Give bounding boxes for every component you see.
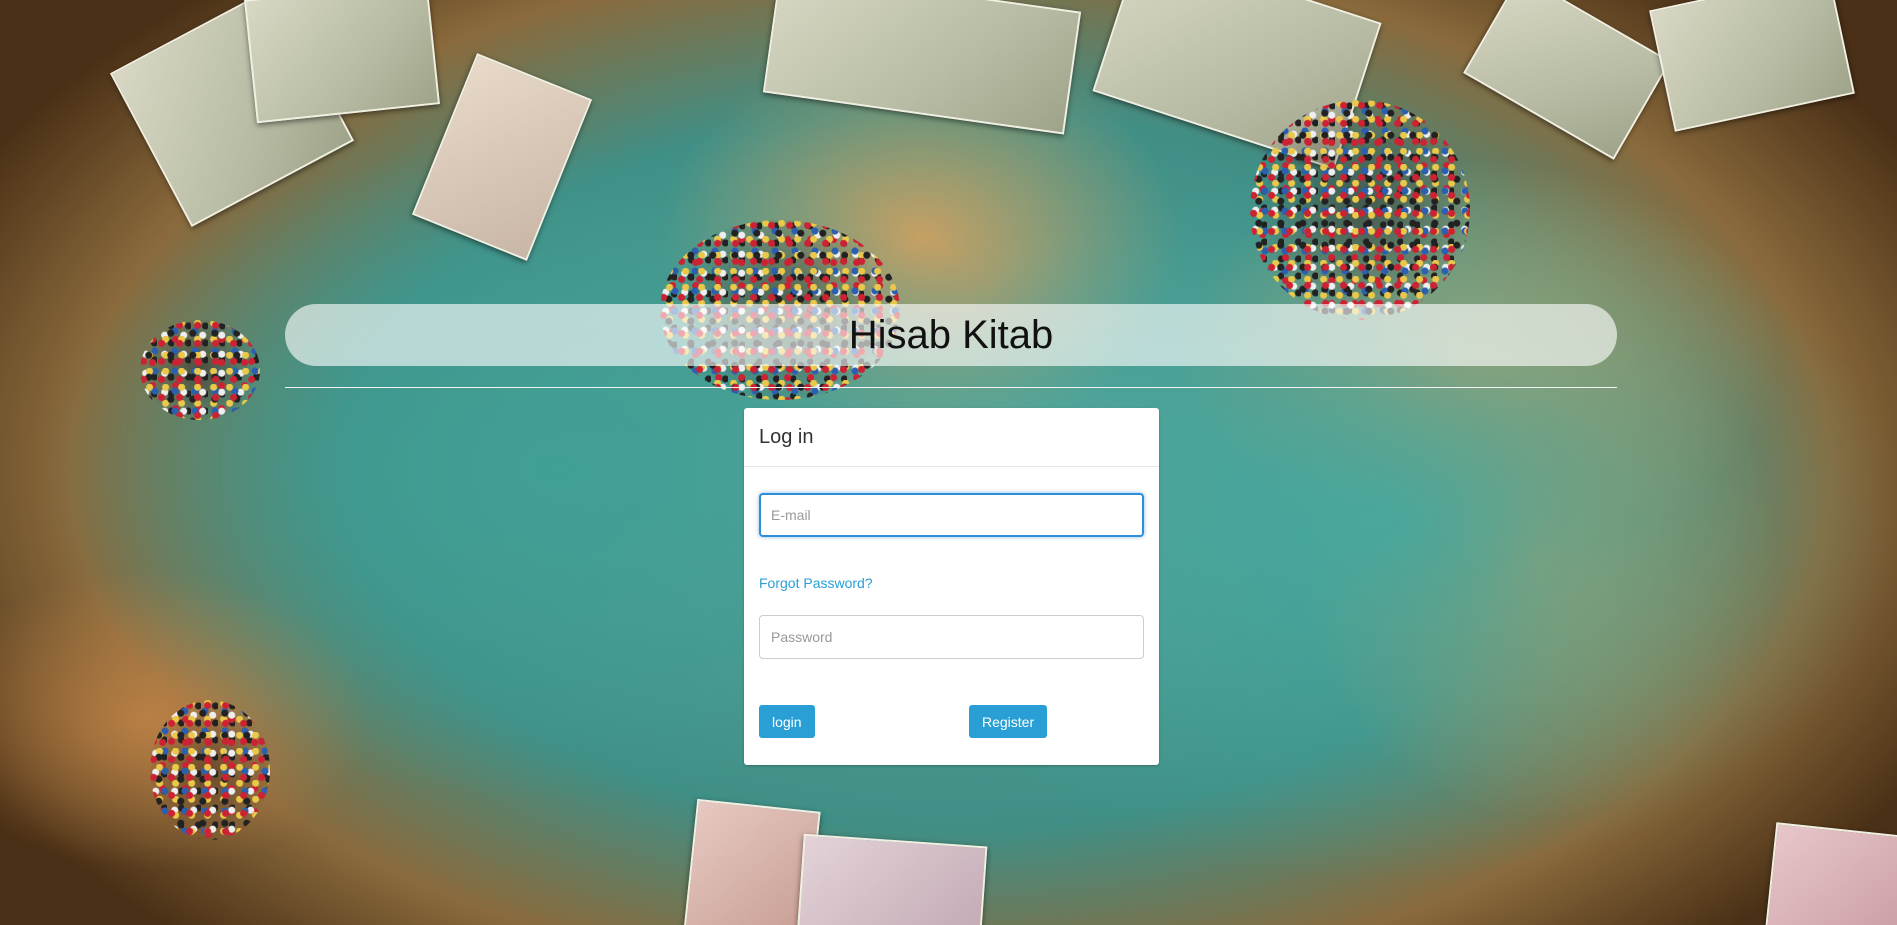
login-panel: Log in Forgot Password? login Register <box>744 408 1159 765</box>
banknote-decoration <box>762 0 1082 135</box>
login-panel-heading: Log in <box>744 408 1159 467</box>
login-page: Hisab Kitab Log in Forgot Password? logi… <box>0 0 1897 925</box>
app-title: Hisab Kitab <box>848 312 1054 357</box>
email-field[interactable] <box>759 493 1144 537</box>
banknote-decoration <box>411 53 593 261</box>
banknote-decoration <box>1649 0 1855 132</box>
password-field[interactable] <box>759 615 1144 659</box>
register-button[interactable]: Register <box>969 705 1048 738</box>
forgot-password-link[interactable]: Forgot Password? <box>759 575 873 591</box>
login-heading: Log in <box>759 425 814 448</box>
header-divider <box>285 387 1617 388</box>
banknote-decoration <box>796 833 988 925</box>
pin-cluster-decoration <box>140 320 260 420</box>
pin-cluster-decoration <box>150 700 270 840</box>
banknote-decoration <box>1463 0 1671 160</box>
title-banner: Hisab Kitab <box>285 304 1617 366</box>
pin-cluster-decoration <box>1250 100 1470 320</box>
banknote-decoration <box>244 0 440 124</box>
banknote-decoration <box>1764 822 1897 925</box>
login-button[interactable]: login <box>759 705 815 738</box>
